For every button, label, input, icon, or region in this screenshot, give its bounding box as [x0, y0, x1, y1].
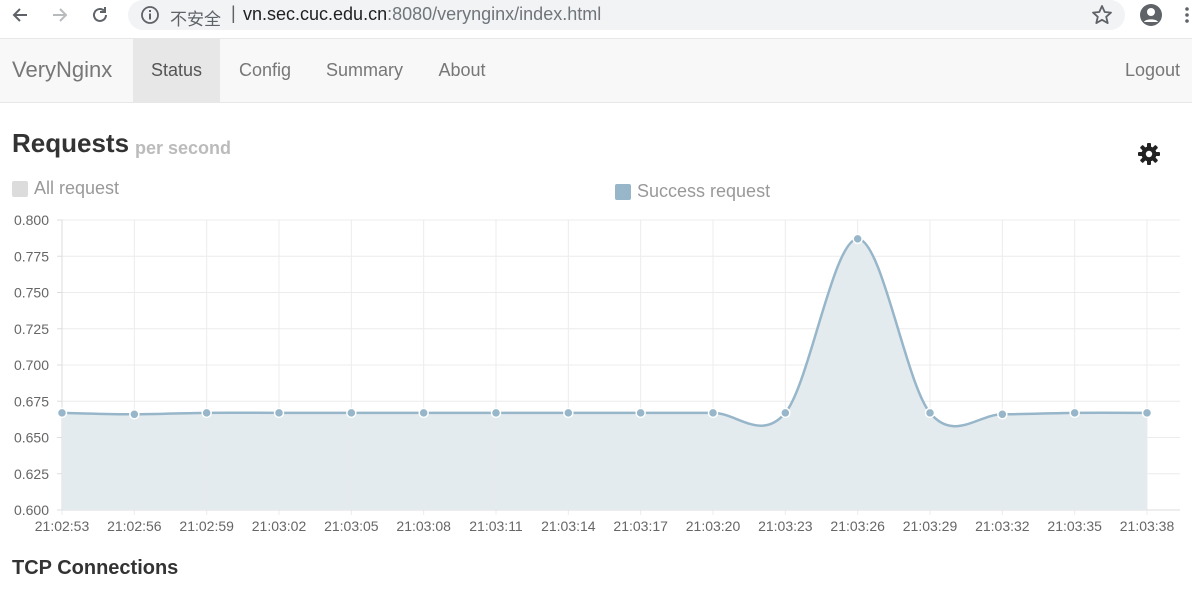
- nav-item-about[interactable]: About: [422, 39, 502, 102]
- legend-swatch-success: [615, 183, 631, 200]
- x-tick-label: 21:03:29: [903, 518, 958, 534]
- arrow-left-icon: [12, 8, 27, 22]
- x-tick-label: 21:03:14: [541, 518, 596, 534]
- star-icon[interactable]: [1091, 4, 1113, 26]
- success-point: [563, 407, 574, 419]
- nav-item-summary[interactable]: Summary: [311, 39, 418, 102]
- security-status[interactable]: 不安全: [170, 5, 221, 30]
- logout-link[interactable]: Logout: [1125, 39, 1180, 102]
- x-tick-label: 21:03:26: [830, 518, 885, 534]
- x-tick-label: 21:03:02: [252, 518, 307, 534]
- y-tick-label: 0.625: [14, 466, 49, 482]
- x-tick-label: 21:02:56: [107, 518, 162, 534]
- x-tick-label: 21:02:53: [35, 518, 90, 534]
- x-tick-label: 21:03:05: [324, 518, 379, 534]
- legend-all-request[interactable]: All request: [12, 178, 119, 199]
- info-icon[interactable]: [140, 5, 160, 25]
- browser-toolbar: 不安全 | vn.sec.cuc.edu.cn:8080/verynginx/i…: [0, 0, 1192, 30]
- account-icon[interactable]: [1139, 3, 1163, 27]
- url-host: vn.sec.cuc.edu.cn: [243, 4, 388, 24]
- y-tick-label: 0.800: [14, 212, 49, 228]
- url-path: :8080/verynginx/index.html: [387, 4, 602, 24]
- gear-icon[interactable]: [1137, 142, 1161, 166]
- success-point: [418, 407, 429, 419]
- y-tick-label: 0.675: [14, 393, 49, 409]
- success-point: [1069, 407, 1080, 419]
- more-vert-icon[interactable]: [1184, 6, 1190, 24]
- success-point: [129, 409, 140, 420]
- reload-icon: [93, 7, 107, 22]
- legend-swatch-all: [12, 180, 28, 197]
- success-point: [924, 407, 936, 419]
- x-tick-label: 21:03:38: [1120, 518, 1175, 534]
- tcp-connections-title: TCP Connections: [12, 557, 179, 579]
- success-point: [56, 407, 68, 419]
- success-area: [62, 238, 1147, 510]
- x-tick-label: 21:03:08: [396, 518, 451, 534]
- x-tick-label: 21:03:11: [469, 518, 523, 534]
- app-navbar: VeryNginx Status Config Summary About Lo…: [0, 38, 1192, 103]
- arrow-right-icon: [53, 8, 68, 22]
- y-tick-label: 0.600: [14, 502, 49, 518]
- x-tick-label: 21:03:23: [758, 518, 813, 534]
- url-text[interactable]: vn.sec.cuc.edu.cn:8080/verynginx/index.h…: [243, 4, 601, 25]
- reload-button[interactable]: [88, 3, 112, 27]
- success-point: [997, 409, 1008, 420]
- success-point: [707, 407, 719, 419]
- y-tick-label: 0.750: [14, 285, 49, 301]
- y-tick-label: 0.650: [14, 430, 49, 446]
- success-point: [780, 407, 791, 419]
- y-tick-label: 0.700: [14, 357, 49, 373]
- y-tick-label: 0.725: [14, 321, 49, 337]
- y-tick-label: 0.775: [14, 248, 49, 264]
- x-tick-label: 21:03:35: [1047, 518, 1102, 534]
- success-point: [635, 407, 646, 419]
- success-point: [346, 407, 357, 419]
- requests-chart: 0.800 0.775 0.750 0.725 0.700 0.675 0.650 0.625…: [14, 212, 1180, 534]
- brand-logo[interactable]: VeryNginx: [12, 57, 112, 83]
- success-point: [852, 233, 863, 245]
- success-point: [201, 407, 212, 419]
- address-separator: |: [231, 3, 236, 23]
- success-point: [1141, 407, 1153, 419]
- success-point: [273, 407, 285, 419]
- legend-label-all: All request: [34, 178, 120, 198]
- back-button[interactable]: [8, 3, 32, 27]
- requests-subtitle: per second: [135, 138, 232, 158]
- nav-item-config[interactable]: Config: [222, 39, 308, 102]
- x-tick-label: 21:03:32: [975, 518, 1030, 534]
- success-line: [61, 237, 1148, 428]
- x-tick-label: 21:03:20: [686, 518, 741, 534]
- legend-label-success: Success request: [637, 181, 771, 201]
- address-bar[interactable]: 不安全 | vn.sec.cuc.edu.cn:8080/verynginx/i…: [128, 0, 1125, 30]
- forward-button[interactable]: [48, 3, 72, 27]
- requests-title: Requests: [12, 128, 130, 158]
- x-tick-label: 21:02:59: [179, 518, 234, 534]
- x-tick-label: 21:03:17: [613, 518, 668, 534]
- success-point: [490, 407, 502, 419]
- nav-item-status[interactable]: Status: [133, 39, 220, 102]
- legend-success-request[interactable]: Success request: [615, 181, 770, 202]
